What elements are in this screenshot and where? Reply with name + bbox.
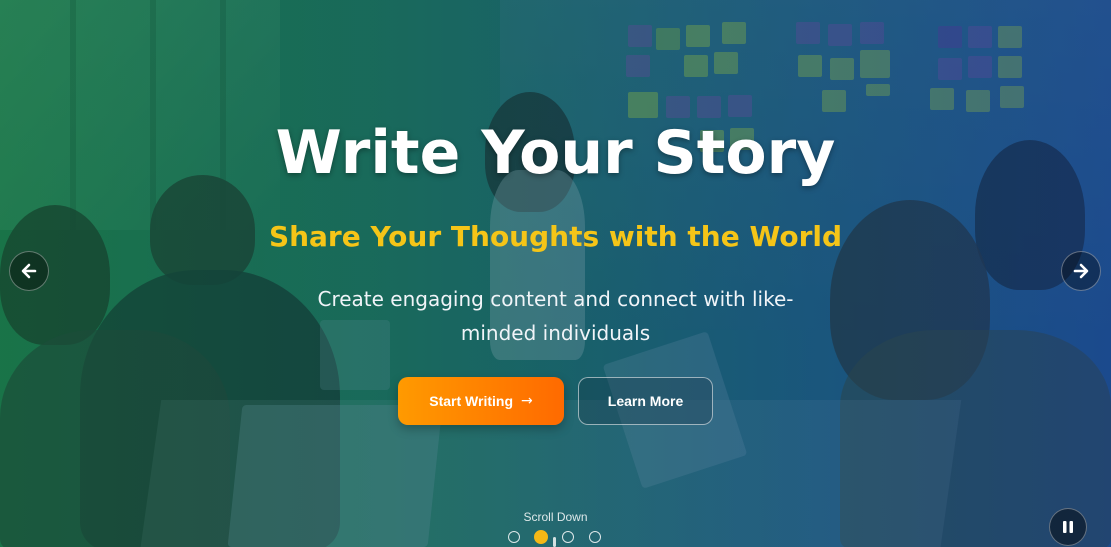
arrow-right-icon [1073,263,1089,279]
start-writing-button[interactable]: Start Writing → [398,377,564,425]
scroll-mouse-icon [553,537,556,547]
hero-title: Write Your Story [275,118,836,188]
start-writing-label: Start Writing [429,393,513,409]
hero-section: Write Your Story Share Your Thoughts wit… [0,0,1111,547]
pause-icon [1063,521,1073,533]
hero-description: Create engaging content and connect with… [317,287,794,345]
carousel-dot-1[interactable] [508,531,520,543]
carousel-dot-2[interactable] [534,530,548,544]
arrow-right-icon: → [521,393,533,409]
arrow-left-icon [21,263,37,279]
carousel-dot-4[interactable] [589,531,601,543]
carousel-indicators [508,530,608,547]
hero-content: Write Your Story Share Your Thoughts wit… [0,0,1111,547]
carousel-pause-button[interactable] [1049,508,1087,546]
carousel-dot-3[interactable] [562,531,574,543]
carousel-next-button[interactable] [1061,251,1101,291]
learn-more-button[interactable]: Learn More [578,377,713,425]
carousel-prev-button[interactable] [9,251,49,291]
scroll-down-label[interactable]: Scroll Down [0,510,1111,524]
hero-subtitle: Share Your Thoughts with the World [268,220,843,253]
